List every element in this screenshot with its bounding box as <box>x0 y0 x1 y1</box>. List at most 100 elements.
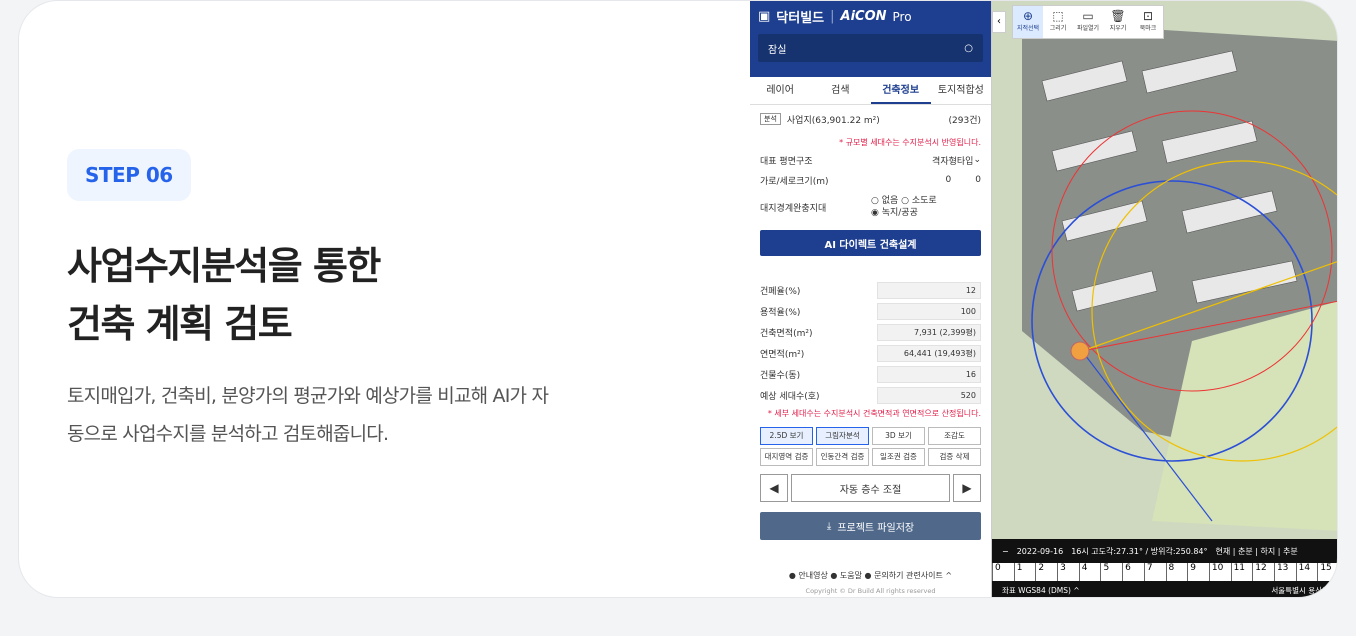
search-icon[interactable]: ○ <box>964 43 973 54</box>
site-row: 분석 사업지(63,901.22 m²) (293건) <box>750 109 991 129</box>
collapse-panel-icon[interactable]: ‹ <box>992 11 1006 33</box>
tool-label: 그리기 <box>1049 25 1067 32</box>
buffer-options: ○ 없음 ○ 소도로 ◉ 녹지/공공 <box>871 195 981 219</box>
field-value: 64,441 (19,493평) <box>877 345 981 362</box>
app-screenshot: ▣ 닥터빌드 | AiCON Pro 잠실 ○ 레이어 검색 건축정보 토지적합… <box>750 1 1337 597</box>
radio-small-road[interactable]: ○ 소도로 <box>901 196 937 206</box>
brand-name: 닥터빌드 <box>776 11 825 26</box>
ruler-tick[interactable]: 7 <box>1143 563 1166 581</box>
tool-draw[interactable]: ⬚ 그리기 <box>1043 6 1073 38</box>
note-units: * 규모별 세대수는 수지분석시 반영됩니다. <box>839 138 981 147</box>
chevron-down-icon: ⌄ <box>973 155 981 165</box>
radio-green[interactable]: ◉ 녹지/공공 <box>871 208 918 218</box>
tab-layer[interactable]: 레이어 <box>750 77 810 104</box>
bookmark-icon: ⊡ <box>1142 9 1154 23</box>
radio-none[interactable]: ○ 없음 <box>871 196 898 206</box>
ruler-tick[interactable]: 11 <box>1230 563 1253 581</box>
verify-spacing-button[interactable]: 인동간격 검증 <box>816 448 869 466</box>
folder-icon: ▭ <box>1082 9 1094 23</box>
width-input[interactable]: 0 <box>946 175 952 185</box>
step-badge: STEP 06 <box>67 149 191 201</box>
heading-line-2: 건축 계획 검토 <box>67 302 293 346</box>
field-value: 100 <box>877 303 981 320</box>
footer-links[interactable]: ● 안내영상 ● 도움말 ● 문의하기 관련사이트 ^ <box>750 570 991 581</box>
auto-floor-control: ◀ 자동 층수 조절 ▶ <box>760 474 981 502</box>
ruler-tick[interactable]: 12 <box>1252 563 1274 581</box>
ruler-tick[interactable]: 8 <box>1165 563 1188 581</box>
tool-parcel-select[interactable]: ⊕ 지적선택 <box>1013 6 1043 38</box>
plan-label: 대표 평면구조 <box>760 156 813 167</box>
map-toolbar: ⊕ 지적선택 ⬚ 그리기 ▭ 파일열기 🗑 지우기 ⊡ 북마크 <box>1012 5 1164 39</box>
tab-land-suitability[interactable]: 토지적합성 <box>931 77 991 104</box>
next-arrow-icon[interactable]: ▶ <box>953 474 981 502</box>
ruler-tick[interactable]: 3 <box>1057 563 1079 581</box>
note-calc: * 세부 세대수는 수지분석시 건축면적과 연면적으로 산정됩니다. <box>767 409 981 418</box>
ruler-tick[interactable]: 2 <box>1035 563 1057 581</box>
feature-heading: 사업수지분석을 통한 건축 계획 검토 <box>67 237 667 353</box>
target-icon: ⊕ <box>1022 9 1034 23</box>
delete-verify-button[interactable]: 검증 삭제 <box>928 448 981 466</box>
hour-ruler[interactable]: 0 1 2 3 4 5 6 7 8 9 10 11 12 13 14 15 <box>992 563 1337 581</box>
map-view[interactable]: ‹ ⊕ 지적선택 ⬚ 그리기 ▭ 파일열기 🗑 지우기 ⊡ 북마크 − 2022-09-1… <box>992 1 1337 597</box>
home-icon[interactable]: ▣ <box>758 9 770 24</box>
ruler-tick[interactable]: 13 <box>1273 563 1296 581</box>
tool-bookmark[interactable]: ⊡ 북마크 <box>1133 6 1163 38</box>
view-2-5d-button[interactable]: 2.5D 보기 <box>760 427 813 445</box>
tab-search[interactable]: 검색 <box>810 77 870 104</box>
auto-floor-button[interactable]: 자동 층수 조절 <box>791 474 950 502</box>
tool-label: 파일열기 <box>1076 25 1100 32</box>
ruler-tick[interactable]: 1 <box>1013 563 1036 581</box>
minus-button[interactable]: − <box>1002 547 1009 556</box>
field-value: 520 <box>877 387 981 404</box>
date-input[interactable]: 2022-09-16 <box>1017 547 1064 556</box>
copyright: Copyright © Dr Build All rights reserved <box>805 587 936 595</box>
feature-card: STEP 06 사업수지분석을 통한 건축 계획 검토 토지매입가, 건축비, … <box>18 0 1338 598</box>
ruler-tick[interactable]: 10 <box>1208 563 1231 581</box>
ruler-tick[interactable]: 9 <box>1187 563 1209 581</box>
field-label: 연면적(m²) <box>760 350 805 360</box>
search-input[interactable]: 잠실 ○ <box>758 34 983 62</box>
ruler-tick[interactable]: 14 <box>1295 563 1318 581</box>
ai-design-button[interactable]: AI 다이렉트 건축설계 <box>760 230 981 256</box>
search-value: 잠실 <box>768 44 787 56</box>
field-row: 연면적(m²) 64,441 (19,493평) <box>750 343 991 364</box>
logo: AiCON <box>840 9 887 24</box>
time-modes[interactable]: 현재 | 춘분 | 하지 | 추분 <box>1216 546 1298 557</box>
ruler-tick[interactable]: 5 <box>1100 563 1122 581</box>
ruler-tick[interactable]: 6 <box>1122 563 1144 581</box>
ruler-tick[interactable]: 15 <box>1317 563 1337 581</box>
analyze-tag[interactable]: 분석 <box>760 113 781 125</box>
field-value: 7,931 (2,399평) <box>877 324 981 341</box>
height-input[interactable]: 0 <box>975 175 981 185</box>
field-label: 예상 세대수(호) <box>760 392 820 402</box>
coord-system[interactable]: 좌표 WGS84 (DMS) ^ <box>1002 585 1080 596</box>
field-row: 건폐율(%) 12 <box>750 280 991 301</box>
field-label: 건폐율(%) <box>760 287 801 297</box>
site-count: (293건) <box>948 115 981 126</box>
view-buttons: 2.5D 보기 그림자분석 3D 보기 조감도 대지영역 검증 인동간격 검증 … <box>750 427 991 466</box>
field-label: 건물수(동) <box>760 371 801 381</box>
prev-arrow-icon[interactable]: ◀ <box>760 474 788 502</box>
save-project-button[interactable]: ⤓ 프로젝트 파일저장 <box>760 512 981 540</box>
field-row: 건축면적(m²) 7,931 (2,399평) <box>750 322 991 343</box>
brand-divider: | <box>830 9 835 24</box>
shadow-analysis-button[interactable]: 그림자분석 <box>816 427 869 445</box>
field-row: 용적율(%) 100 <box>750 301 991 322</box>
tool-erase[interactable]: 🗑 지우기 <box>1103 6 1133 38</box>
verify-site-button[interactable]: 대지영역 검증 <box>760 448 813 466</box>
verify-sunlight-button[interactable]: 일조권 검증 <box>872 448 925 466</box>
view-3d-button[interactable]: 3D 보기 <box>872 427 925 445</box>
tool-label: 지적선택 <box>1016 25 1040 32</box>
tab-building-info[interactable]: 건축정보 <box>870 77 931 104</box>
plan-select[interactable]: 격자형타입 <box>932 154 973 167</box>
draw-icon: ⬚ <box>1052 9 1064 23</box>
tool-open-file[interactable]: ▭ 파일열기 <box>1073 6 1103 38</box>
desc-line-1: 토지매입가, 건축비, 분양가의 평균가와 예상가를 비교해 AI가 자 <box>67 385 549 407</box>
ruler-tick[interactable]: 4 <box>1078 563 1101 581</box>
field-row: 건물수(동) 16 <box>750 364 991 385</box>
ruler-tick[interactable]: 0 <box>992 563 1014 581</box>
birdseye-button[interactable]: 조감도 <box>928 427 981 445</box>
side-panel: ▣ 닥터빌드 | AiCON Pro 잠실 ○ 레이어 검색 건축정보 토지적합… <box>750 1 992 597</box>
save-label: 프로젝트 파일저장 <box>837 522 915 534</box>
